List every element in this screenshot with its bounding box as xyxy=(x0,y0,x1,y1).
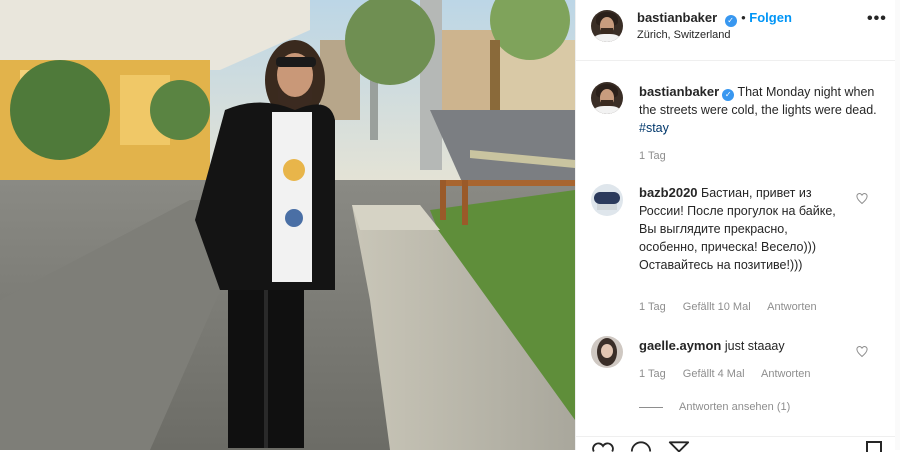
post-location[interactable]: Zürich, Switzerland xyxy=(637,29,731,41)
comment-2-meta: 1 Tag Gefällt 4 Mal Antworten xyxy=(639,368,825,380)
comment-username[interactable]: gaelle.aymon xyxy=(639,338,721,353)
view-replies-button[interactable]: Antworten ansehen (1) xyxy=(679,401,790,413)
post-details-panel: bastianbaker ✓ • Folgen Zürich, Switzerl… xyxy=(575,0,900,452)
caption-time[interactable]: 1 Tag xyxy=(639,150,666,162)
comment-1-meta: 1 Tag Gefällt 10 Mal Antworten xyxy=(639,301,831,313)
replies-divider xyxy=(639,407,663,408)
comment-time[interactable]: 1 Tag xyxy=(639,301,666,313)
post-header: bastianbaker ✓ • Folgen Zürich, Switzerl… xyxy=(576,0,895,61)
more-horizontal-icon[interactable]: ••• xyxy=(867,10,887,28)
comment-2: gaelle.aymon just staaay xyxy=(639,337,849,355)
comment-reply-button[interactable]: Antworten xyxy=(767,301,817,313)
comment-icon[interactable] xyxy=(630,440,652,452)
caption-username[interactable]: bastianbaker xyxy=(639,84,719,99)
post-photo[interactable] xyxy=(0,0,575,450)
comment-reply-button[interactable]: Antworten xyxy=(761,368,811,380)
commenter-avatar[interactable] xyxy=(591,336,623,368)
heart-icon[interactable] xyxy=(856,193,868,205)
heart-icon[interactable] xyxy=(856,346,868,358)
author-avatar[interactable] xyxy=(591,10,623,42)
comment-1: bazb2020 Бастиан, привет из России! Посл… xyxy=(639,184,849,274)
follow-button[interactable]: Folgen xyxy=(749,10,792,25)
save-icon[interactable] xyxy=(864,440,884,452)
comment-text: just staaay xyxy=(724,339,785,353)
caption-avatar[interactable] xyxy=(591,82,623,114)
comment-time[interactable]: 1 Tag xyxy=(639,368,666,380)
action-bar xyxy=(576,436,895,451)
post-caption: bastianbaker ✓ That Monday night when the… xyxy=(639,83,879,137)
comment-likes[interactable]: Gefällt 10 Mal xyxy=(683,301,751,313)
author-username[interactable]: bastianbaker xyxy=(637,10,717,25)
caption-meta: 1 Tag xyxy=(639,150,680,162)
panel-scroll-edge xyxy=(895,0,900,450)
street-photo-illustration xyxy=(0,0,575,450)
like-icon[interactable] xyxy=(592,440,614,452)
commenter-avatar[interactable] xyxy=(591,184,623,216)
caption-hashtag[interactable]: #stay xyxy=(639,121,669,135)
comment-username[interactable]: bazb2020 xyxy=(639,185,698,200)
verified-badge-icon: ✓ xyxy=(722,89,735,101)
comment-likes[interactable]: Gefällt 4 Mal xyxy=(683,368,745,380)
share-icon[interactable] xyxy=(668,440,690,452)
verified-badge-icon: ✓ xyxy=(724,15,737,27)
